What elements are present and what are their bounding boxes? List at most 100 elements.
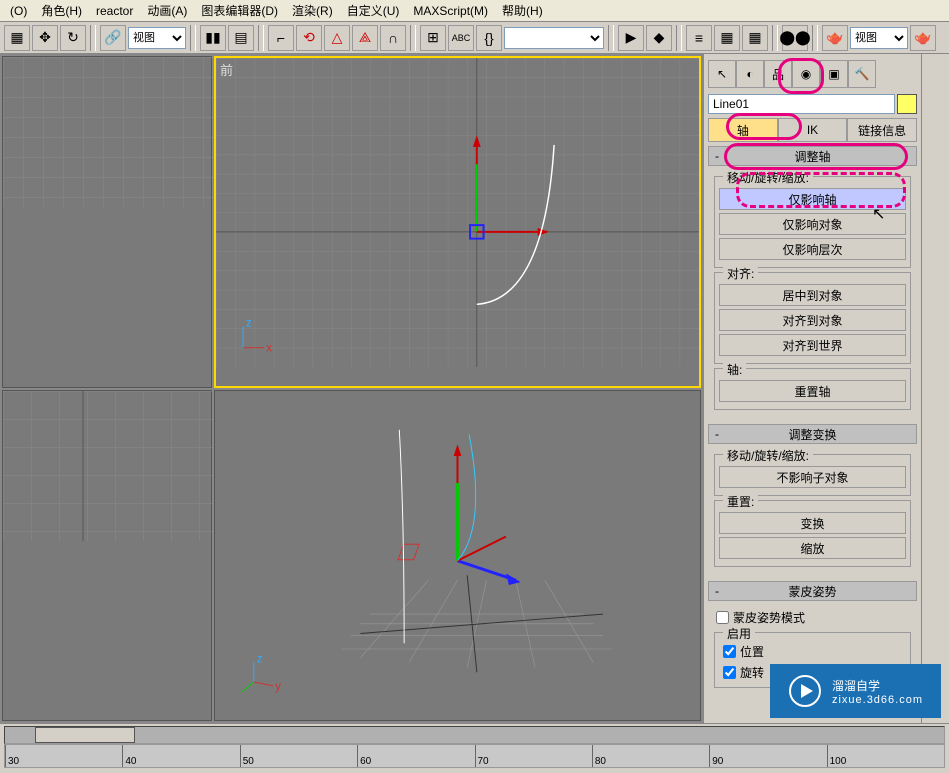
render-view-dropdown[interactable]: 视图 — [850, 27, 908, 49]
object-name-field[interactable] — [708, 94, 895, 114]
group-label: 移动/旋转/缩放: — [723, 447, 813, 464]
viewport-front[interactable]: 前 zx — [214, 56, 701, 388]
rollout-adjust-transform-header[interactable]: - 调整变换 — [708, 424, 917, 444]
menu-item[interactable]: 图表编辑器(D) — [195, 0, 284, 21]
time-slider-thumb[interactable] — [35, 727, 135, 743]
menu-bar: (O) 角色(H) reactor 动画(A) 图表编辑器(D) 渲染(R) 自… — [0, 0, 949, 22]
ref-coord-dropdown[interactable]: 视图 — [128, 27, 186, 49]
tick: 50 — [240, 745, 357, 767]
move-icon[interactable]: ✥ — [32, 25, 58, 51]
tick: 60 — [357, 745, 474, 767]
angle-snap-icon[interactable]: ⟲ — [296, 25, 322, 51]
reset-group: 重置: 变换 缩放 — [714, 500, 911, 567]
position-checkbox[interactable]: 位置 — [719, 641, 906, 662]
time-slider-track[interactable] — [4, 726, 945, 744]
reset-transform-button[interactable]: 变换 — [719, 512, 906, 534]
snap-magnet-icon[interactable]: ∩ — [380, 25, 406, 51]
menu-item[interactable]: 角色(H) — [35, 0, 88, 21]
svg-text:y: y — [275, 679, 281, 692]
rollout-skin-pose-header[interactable]: - 蒙皮姿势 — [708, 581, 917, 601]
align-to-world-button[interactable]: 对齐到世界 — [719, 334, 906, 356]
modify-tab-icon[interactable]: ◐ — [736, 60, 764, 88]
hierarchy-tab-icon[interactable]: 品 — [764, 60, 792, 88]
mirror-icon[interactable]: ▮▮ — [200, 25, 226, 51]
tick: 100 — [827, 745, 944, 767]
menu-item[interactable]: 帮助(H) — [496, 0, 549, 21]
reset-scale-button[interactable]: 缩放 — [719, 537, 906, 559]
named-sel-icon[interactable]: ⊞ — [420, 25, 446, 51]
rollout-adjust-pivot-header[interactable]: - 调整轴 — [708, 146, 917, 166]
pivot-subtab[interactable]: 轴 — [708, 118, 778, 142]
group-label: 重置: — [723, 493, 758, 510]
play-logo-icon — [788, 674, 822, 708]
affect-hierarchy-only-button[interactable]: 仅影响层次 — [719, 238, 906, 260]
display-tab-icon[interactable]: ▣ — [820, 60, 848, 88]
spinner-snap-icon[interactable]: ⟁ — [352, 25, 378, 51]
dont-affect-children-button[interactable]: 不影响子对象 — [719, 466, 906, 488]
viewport-bottom-left[interactable] — [2, 390, 212, 722]
watermark-title: 溜溜自学 — [832, 679, 880, 693]
affect-pivot-only-button[interactable]: 仅影响轴 — [719, 188, 906, 210]
svg-text:z: z — [246, 318, 252, 330]
abc-icon[interactable]: ABC — [448, 25, 474, 51]
linkinfo-subtab[interactable]: 链接信息 — [847, 118, 917, 142]
named-selection-dropdown[interactable] — [504, 27, 604, 49]
render-setup-icon[interactable]: 🫖 — [822, 25, 848, 51]
play-icon[interactable]: ▶ — [618, 25, 644, 51]
layers-icon[interactable]: ≡ — [686, 25, 712, 51]
collapse-icon: - — [715, 584, 719, 598]
perspective-content: zy — [215, 391, 700, 701]
array-icon[interactable]: ▤ — [228, 25, 254, 51]
menu-item[interactable]: 自定义(U) — [341, 0, 406, 21]
center-to-object-button[interactable]: 居中到对象 — [719, 284, 906, 306]
key-tangent-icon[interactable]: ◆ — [646, 25, 672, 51]
front-view-content: zx — [216, 58, 699, 367]
viewport-area: 前 zx 透视 — [0, 54, 703, 723]
command-panel: ↖ ◐ 品 ◉ ▣ 🔨 轴 IK 链接信息 - 调整轴 移动/旋转/缩放: 仅影… — [703, 54, 921, 723]
svg-text:x: x — [266, 343, 272, 355]
watermark: 溜溜自学 zixue.3d66.com — [770, 664, 941, 718]
watermark-url: zixue.3d66.com — [832, 694, 923, 706]
snap-toggle-icon[interactable]: ⌐ — [268, 25, 294, 51]
panel-scrollbar[interactable] — [921, 54, 949, 723]
menu-item[interactable]: 动画(A) — [141, 0, 193, 21]
curve-editor-icon[interactable]: ▦ — [714, 25, 740, 51]
rotate-icon[interactable]: ↻ — [60, 25, 86, 51]
viewport-top-left[interactable] — [2, 56, 212, 388]
affect-object-only-button[interactable]: 仅影响对象 — [719, 213, 906, 235]
alignment-group: 对齐: 居中到对象 对齐到对象 对齐到世界 — [714, 272, 911, 364]
rollout-title: 调整变换 — [788, 426, 836, 443]
link-icon[interactable]: 🔗 — [100, 25, 126, 51]
percent-snap-icon[interactable]: △ — [324, 25, 350, 51]
rollout-title: 调整轴 — [794, 148, 830, 165]
rollout-title: 蒙皮姿势 — [788, 583, 836, 600]
quick-render-icon[interactable]: 🫖 — [910, 25, 936, 51]
menu-item[interactable]: reactor — [90, 2, 139, 20]
viewport-perspective[interactable]: 透视 zy — [214, 390, 701, 722]
reset-pivot-button[interactable]: 重置轴 — [719, 380, 906, 402]
move-rotate-scale-group-2: 移动/旋转/缩放: 不影响子对象 — [714, 454, 911, 496]
menu-item[interactable]: 渲染(R) — [286, 0, 339, 21]
menu-item[interactable]: MAXScript(M) — [407, 2, 494, 20]
menu-item[interactable]: (O) — [4, 2, 33, 20]
material-icon[interactable]: ⬤⬤ — [782, 25, 808, 51]
utilities-tab-icon[interactable]: 🔨 — [848, 60, 876, 88]
selection-region-icon[interactable]: ▦ — [4, 25, 30, 51]
motion-tab-icon[interactable]: ◉ — [792, 60, 820, 88]
pivot-group: 轴: 重置轴 — [714, 368, 911, 410]
tick: 40 — [122, 745, 239, 767]
schematic-icon[interactable]: ▦ — [742, 25, 768, 51]
main-toolbar: ▦ ✥ ↻ 🔗 视图 ▮▮ ▤ ⌐ ⟲ △ ⟁ ∩ ⊞ ABC {} ▶ ◆ ≡… — [0, 22, 949, 54]
tick: 30 — [5, 745, 122, 767]
svg-text:z: z — [257, 652, 263, 665]
timeline: 30 40 50 60 70 80 90 100 — [0, 723, 949, 773]
create-tab-icon[interactable]: ↖ — [708, 60, 736, 88]
align-to-object-button[interactable]: 对齐到对象 — [719, 309, 906, 331]
group-label: 移动/旋转/缩放: — [723, 169, 813, 186]
time-ruler[interactable]: 30 40 50 60 70 80 90 100 — [4, 744, 945, 768]
collapse-icon: - — [715, 427, 719, 441]
object-color-swatch[interactable] — [897, 94, 917, 114]
freeze-icon[interactable]: {} — [476, 25, 502, 51]
tick: 80 — [592, 745, 709, 767]
ik-subtab[interactable]: IK — [778, 118, 848, 142]
